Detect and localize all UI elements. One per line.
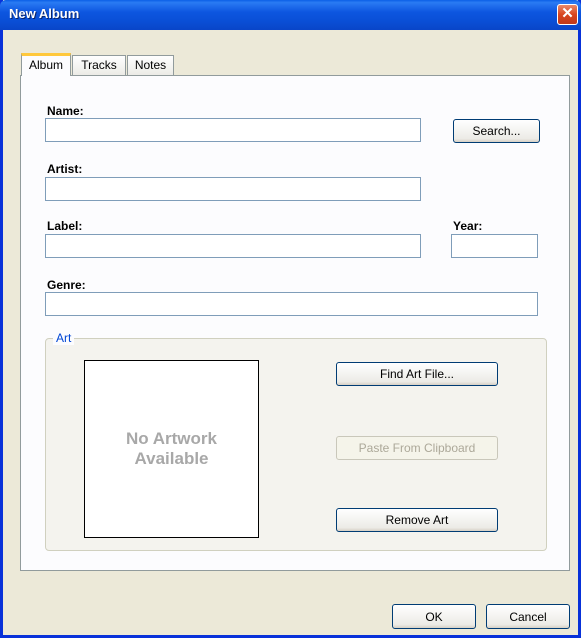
window-title: New Album — [9, 6, 80, 21]
year-label: Year: — [453, 219, 483, 233]
name-field[interactable] — [45, 118, 421, 142]
label-field[interactable] — [45, 234, 421, 258]
remove-art-button[interactable]: Remove Art — [336, 508, 498, 532]
art-group-title: Art — [53, 331, 75, 345]
title-bar[interactable]: New Album ✕ — [0, 0, 581, 30]
tab-album[interactable]: Album — [21, 53, 71, 76]
paste-from-clipboard-button[interactable]: Paste From Clipboard — [336, 436, 498, 460]
genre-field[interactable] — [45, 292, 538, 316]
artist-label: Artist: — [47, 162, 83, 176]
label-label: Label: — [47, 219, 83, 233]
close-icon: ✕ — [561, 5, 574, 22]
ok-button[interactable]: OK — [392, 604, 476, 629]
artwork-preview: No Artwork Available — [84, 360, 259, 538]
tab-notes[interactable]: Notes — [127, 55, 174, 75]
tab-tracks[interactable]: Tracks — [72, 55, 126, 75]
name-label: Name: — [47, 104, 84, 118]
year-field[interactable] — [451, 234, 538, 258]
find-art-file-button[interactable]: Find Art File... — [336, 362, 498, 386]
genre-label: Genre: — [47, 278, 86, 292]
no-artwork-text: No Artwork Available — [126, 429, 217, 468]
cancel-button[interactable]: Cancel — [486, 604, 570, 629]
artist-field[interactable] — [45, 177, 421, 201]
search-button[interactable]: Search... — [453, 119, 540, 143]
close-button[interactable]: ✕ — [557, 4, 578, 25]
